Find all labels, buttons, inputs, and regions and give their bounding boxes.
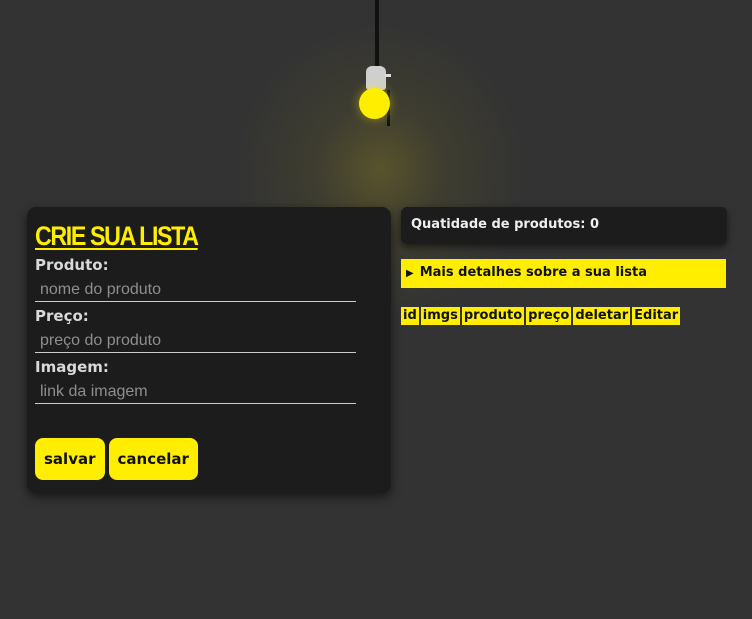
column-header-produto: produto: [461, 307, 525, 325]
cancel-button[interactable]: cancelar: [108, 438, 198, 480]
details-toggle[interactable]: ▶ Mais detalhes sobre a sua lista: [401, 259, 726, 288]
product-form: Crie sua lista Produto: Preço: Imagem: s…: [27, 207, 391, 493]
image-input[interactable]: [35, 380, 356, 404]
column-header-editar: Editar: [632, 307, 681, 325]
column-header-id: id: [401, 307, 419, 325]
triangle-right-icon: ▶: [406, 268, 414, 279]
lamp-socket: [366, 66, 386, 90]
form-actions: salvar cancelar: [35, 438, 198, 480]
light-bulb-icon[interactable]: [359, 88, 390, 119]
column-header-imgs: imgs: [420, 307, 460, 325]
lamp-cord: [375, 0, 379, 68]
product-label: Produto:: [35, 256, 109, 274]
column-header-preco: preço: [526, 307, 572, 325]
product-count: Quatidade de produtos: 0: [401, 207, 727, 244]
table-header: id imgs produto preço deletar Editar: [401, 307, 681, 325]
lamp-socket-tab: [385, 74, 391, 77]
price-input[interactable]: [35, 329, 356, 353]
form-title: Crie sua lista: [35, 221, 199, 251]
product-input[interactable]: [35, 278, 356, 302]
image-label: Imagem:: [35, 358, 109, 376]
details-label: Mais detalhes sobre a sua lista: [419, 265, 647, 280]
page: Crie sua lista Produto: Preço: Imagem: s…: [0, 0, 752, 619]
column-header-deletar: deletar: [573, 307, 631, 325]
price-label: Preço:: [35, 307, 89, 325]
save-button[interactable]: salvar: [35, 438, 105, 480]
